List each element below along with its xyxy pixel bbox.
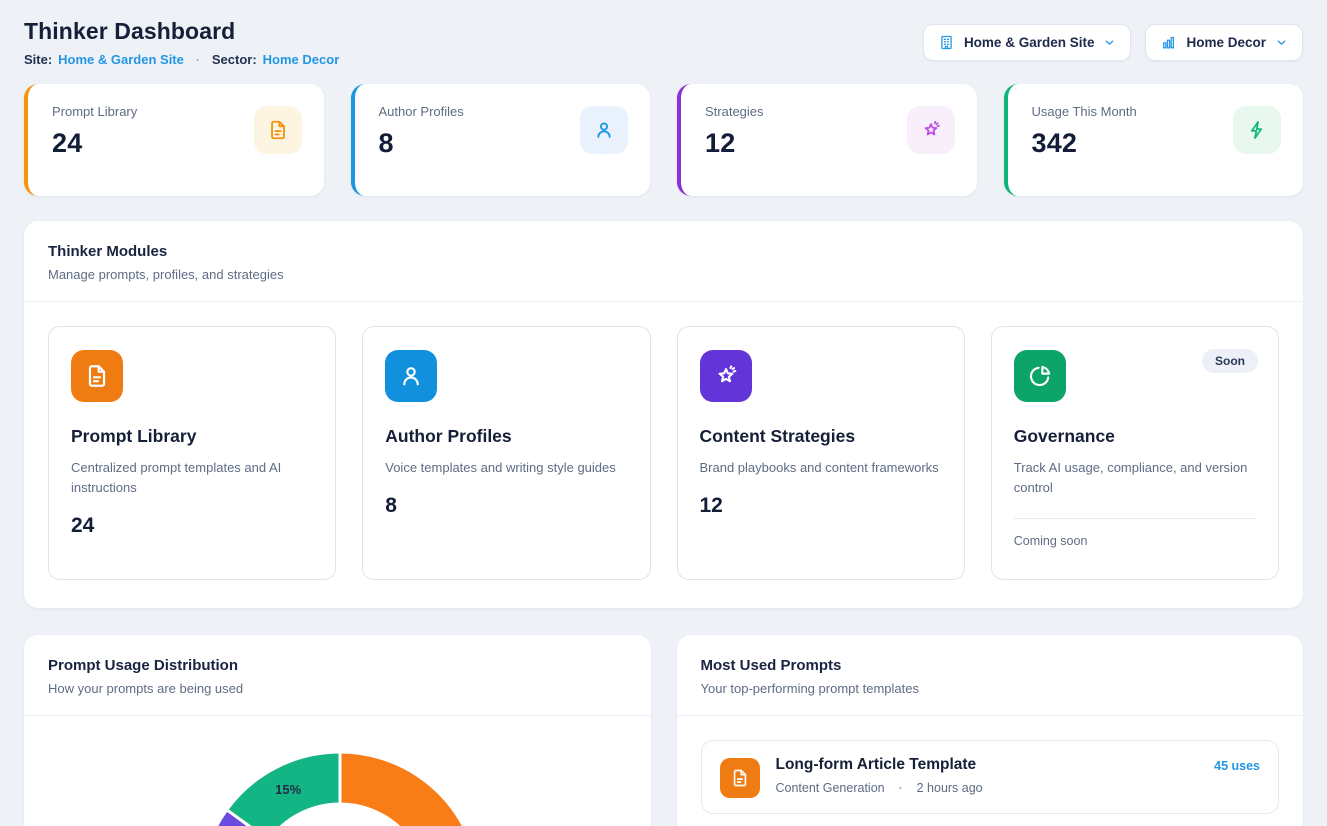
module-count: 12 (700, 494, 942, 518)
file-icon (720, 758, 760, 798)
modules-grid: Prompt Library Centralized prompt templa… (24, 302, 1303, 608)
dot-separator: · (190, 53, 206, 67)
stat-value: 8 (379, 128, 464, 159)
breadcrumb: Site: Home & Garden Site · Sector: Home … (24, 52, 339, 67)
module-count: 24 (71, 514, 313, 538)
prompt-time: 2 hours ago (917, 781, 983, 795)
module-title: Content Strategies (700, 426, 942, 447)
usage-card-title: Prompt Usage Distribution (48, 657, 627, 674)
module-card-prompt-library[interactable]: Prompt Library Centralized prompt templa… (48, 326, 336, 580)
module-description: Brand playbooks and content frameworks (700, 458, 940, 478)
prompts-card-title: Most Used Prompts (701, 657, 1280, 674)
file-icon (254, 106, 302, 154)
stat-label: Prompt Library (52, 104, 137, 119)
module-title: Prompt Library (71, 426, 313, 447)
sector-link[interactable]: Home Decor (263, 52, 340, 67)
topbar: Thinker Dashboard Site: Home & Garden Si… (24, 18, 1303, 67)
divider (1014, 518, 1256, 519)
modules-title: Thinker Modules (48, 243, 1279, 260)
lightning-icon (1233, 106, 1281, 154)
stat-label: Strategies (705, 104, 764, 119)
usage-distribution-card: Prompt Usage Distribution How your promp… (24, 635, 651, 826)
stat-value: 12 (705, 128, 764, 159)
module-card-governance[interactable]: Soon Governance Track AI usage, complian… (991, 326, 1279, 580)
module-title: Governance (1014, 426, 1256, 447)
dashboard-page: Thinker Dashboard Site: Home & Garden Si… (0, 0, 1327, 826)
usage-card-header: Prompt Usage Distribution How your promp… (24, 635, 651, 716)
bar-chart-icon (1160, 34, 1177, 51)
segment-orange (340, 752, 480, 826)
stat-value: 342 (1032, 128, 1137, 159)
chevron-down-icon (1103, 36, 1116, 49)
module-description: Centralized prompt templates and AI inst… (71, 458, 311, 498)
module-card-content-strategies[interactable]: Content Strategies Brand playbooks and c… (677, 326, 965, 580)
site-selector-label: Home & Garden Site (964, 35, 1095, 50)
modules-panel: Thinker Modules Manage prompts, profiles… (24, 221, 1303, 608)
page-title: Thinker Dashboard (24, 18, 339, 45)
stat-card-strategies: Strategies 12 (677, 84, 977, 196)
module-title: Author Profiles (385, 426, 627, 447)
site-link[interactable]: Home & Garden Site (58, 52, 184, 67)
prompt-category: Content Generation (776, 781, 885, 795)
coming-soon-text: Coming soon (1014, 534, 1256, 548)
header-left: Thinker Dashboard Site: Home & Garden Si… (24, 18, 339, 67)
stat-text: Author Profiles 8 (379, 104, 464, 159)
dot-separator: · (893, 781, 909, 795)
site-selector-button[interactable]: Home & Garden Site (923, 24, 1132, 61)
donut-svg: 15% (24, 716, 651, 826)
module-description: Voice templates and writing style guides (385, 458, 625, 478)
chevron-down-icon (1275, 36, 1288, 49)
bottom-row: Prompt Usage Distribution How your promp… (24, 635, 1303, 826)
stat-label: Usage This Month (1032, 104, 1137, 119)
usage-donut-chart: 15% (24, 716, 651, 826)
stat-card-usage: Usage This Month 342 (1004, 84, 1304, 196)
prompts-list: Long-form Article Template Content Gener… (677, 716, 1304, 826)
prompt-title: Long-form Article Template (776, 756, 1199, 774)
usage-card-subtitle: How your prompts are being used (48, 681, 627, 696)
module-description: Track AI usage, compliance, and version … (1014, 458, 1254, 498)
building-icon (938, 34, 955, 51)
stat-value: 24 (52, 128, 137, 159)
stat-card-author-profiles: Author Profiles 8 (351, 84, 651, 196)
site-label: Site: (24, 52, 52, 67)
soon-badge: Soon (1202, 349, 1258, 373)
sparkle-star-icon (907, 106, 955, 154)
stats-row: Prompt Library 24 Author Profiles 8 Stra… (24, 84, 1303, 196)
stat-text: Usage This Month 342 (1032, 104, 1137, 159)
stat-card-prompt-library: Prompt Library 24 (24, 84, 324, 196)
prompt-uses-badge: 45 uses (1214, 759, 1260, 773)
prompts-card-subtitle: Your top-performing prompt templates (701, 681, 1280, 696)
module-count: 8 (385, 494, 627, 518)
header-actions: Home & Garden Site Home Decor (923, 24, 1303, 61)
stat-label: Author Profiles (379, 104, 464, 119)
person-icon (580, 106, 628, 154)
modules-panel-header: Thinker Modules Manage prompts, profiles… (24, 221, 1303, 302)
sparkle-star-icon (700, 350, 752, 402)
person-icon (385, 350, 437, 402)
most-used-prompts-card: Most Used Prompts Your top-performing pr… (677, 635, 1304, 826)
sector-selector-label: Home Decor (1186, 35, 1266, 50)
sector-label: Sector: (212, 52, 257, 67)
sector-selector-button[interactable]: Home Decor (1145, 24, 1303, 61)
stat-text: Strategies 12 (705, 104, 764, 159)
pie-chart-icon (1014, 350, 1066, 402)
prompts-card-header: Most Used Prompts Your top-performing pr… (677, 635, 1304, 716)
prompt-meta: Content Generation · 2 hours ago (776, 781, 1199, 795)
stat-text: Prompt Library 24 (52, 104, 137, 159)
prompt-list-item[interactable]: Long-form Article Template Content Gener… (701, 740, 1280, 814)
prompt-info: Long-form Article Template Content Gener… (776, 756, 1199, 795)
module-card-author-profiles[interactable]: Author Profiles Voice templates and writ… (362, 326, 650, 580)
file-icon (71, 350, 123, 402)
modules-subtitle: Manage prompts, profiles, and strategies (48, 267, 1279, 282)
donut-slice-label: 15% (275, 782, 301, 797)
